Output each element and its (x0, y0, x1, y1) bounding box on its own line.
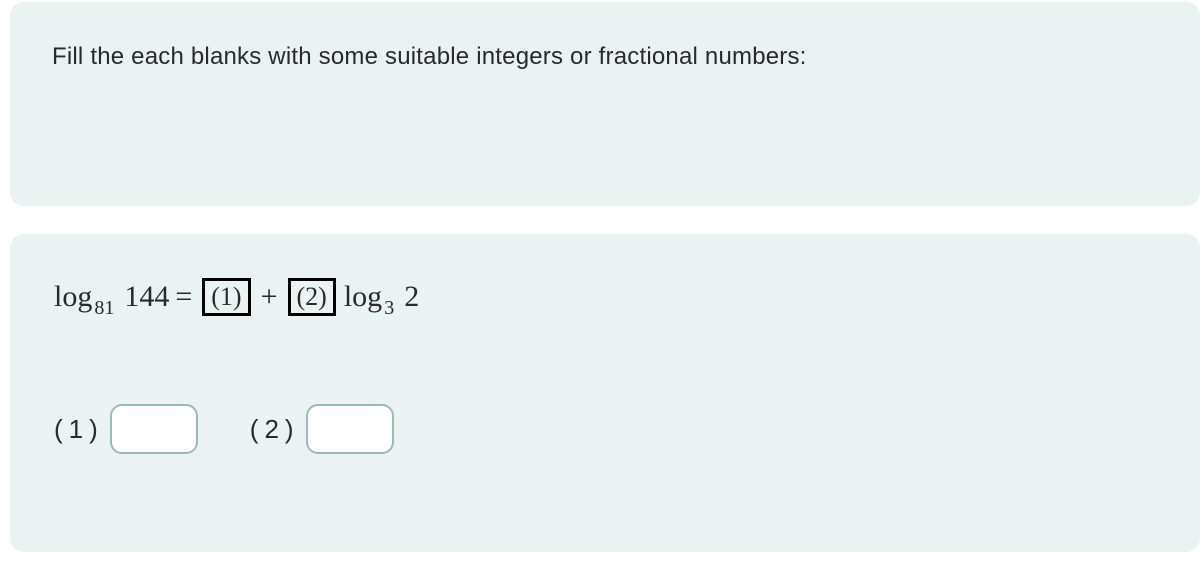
equation-blank-1: (1) (202, 278, 250, 316)
equation-log2: log 3 2 (344, 282, 419, 312)
equals-sign: = (175, 282, 192, 312)
log-arg-2: 2 (404, 282, 419, 312)
answer-1-label: (1) (54, 414, 104, 445)
answer-group-1: (1) (54, 404, 198, 454)
log-base-2: 3 (384, 298, 394, 318)
equation-blank-2-label: (2) (297, 284, 327, 310)
plus-sign: + (261, 282, 278, 312)
log-label-1: log (54, 282, 92, 312)
question-panel: Fill the each blanks with some suitable … (10, 2, 1200, 206)
equation-blank-2: (2) (288, 278, 336, 316)
question-prompt: Fill the each blanks with some suitable … (52, 40, 1170, 74)
answer-group-2: (2) (250, 404, 394, 454)
answer-1-input[interactable] (110, 404, 198, 454)
answer-2-label: (2) (250, 414, 300, 445)
equation-log1: log 81 144 (54, 282, 169, 312)
page: Fill the each blanks with some suitable … (0, 0, 1200, 577)
log-label-2: log (344, 282, 382, 312)
answer-2-input[interactable] (306, 404, 394, 454)
answer-panel: log 81 144 = (1) + (2) log 3 2 (1) (10, 234, 1200, 552)
equation: log 81 144 = (1) + (2) log 3 2 (54, 278, 1170, 316)
equation-blank-1-label: (1) (211, 284, 241, 310)
answer-inputs-row: (1) (2) (54, 404, 1170, 454)
log-base-1: 81 (94, 298, 114, 318)
log-arg-1: 144 (124, 282, 169, 312)
